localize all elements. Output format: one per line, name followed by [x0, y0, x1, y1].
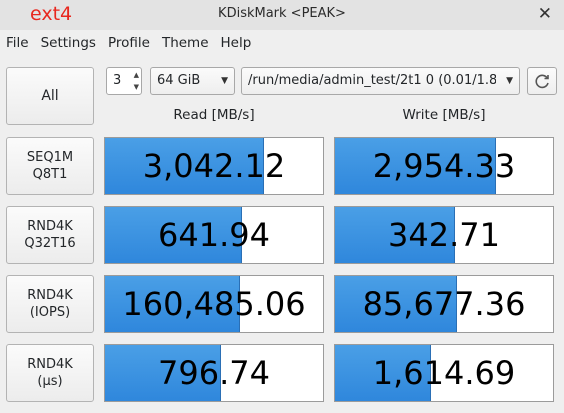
test-label-line2: (µs): [37, 374, 63, 389]
filesystem-overlay-label: ext4: [30, 3, 73, 25]
run-all-button[interactable]: All: [6, 67, 94, 125]
close-icon[interactable]: ✕: [538, 4, 552, 24]
menu-bar: File Settings Profile Theme Help: [0, 30, 564, 56]
rnd4k-iops-read-result: 160,485.06: [104, 275, 324, 333]
rnd4k-latency-write-result: 1,614.69: [334, 344, 554, 402]
file-size-select[interactable]: 64 GiB ▼: [150, 67, 235, 95]
menu-settings[interactable]: Settings: [35, 35, 102, 51]
chevron-down-icon: ▼: [221, 76, 228, 86]
read-value: 3,042.12: [142, 147, 286, 185]
window-title: KDiskMark <PEAK>: [218, 6, 346, 21]
spin-down-icon[interactable]: ▼: [134, 83, 139, 91]
menu-profile[interactable]: Profile: [102, 35, 156, 51]
write-value: 85,677.36: [362, 285, 526, 323]
write-value: 1,614.69: [372, 354, 516, 392]
read-value: 641.94: [158, 216, 270, 254]
read-column-header: Read [MB/s]: [173, 107, 255, 123]
menu-theme[interactable]: Theme: [156, 35, 215, 51]
file-size-value: 64 GiB: [157, 73, 201, 88]
write-value: 342.71: [388, 216, 500, 254]
chevron-down-icon: ▼: [506, 76, 513, 86]
rnd4k-q32t16-read-result: 641.94: [104, 206, 324, 264]
test-label-line2: Q8T1: [32, 167, 68, 182]
title-bar: KDiskMark <PEAK> ✕: [0, 0, 564, 30]
seq1m-write-result: 2,954.33: [334, 137, 554, 195]
read-value: 796.74: [158, 354, 270, 392]
rnd4k-q32t16-write-result: 342.71: [334, 206, 554, 264]
rnd4k-q32t16-button[interactable]: RND4K Q32T16: [6, 206, 94, 264]
rnd4k-iops-button[interactable]: RND4K (IOPS): [6, 275, 94, 333]
test-label-line1: SEQ1M: [26, 150, 74, 165]
read-value: 160,485.06: [122, 285, 306, 323]
menu-file[interactable]: File: [0, 35, 35, 51]
test-label-line2: (IOPS): [29, 305, 71, 320]
runs-value: 3: [113, 73, 122, 88]
seq1m-read-result: 3,042.12: [104, 137, 324, 195]
refresh-button[interactable]: [527, 67, 557, 95]
target-path-value: /run/media/admin_test/2t1 0 (0.01/1.8: [248, 73, 496, 88]
refresh-icon: [535, 74, 549, 89]
runs-spinbox[interactable]: 3 ▲ ▼: [106, 67, 142, 95]
test-label-line2: Q32T16: [24, 236, 76, 251]
test-label-line1: RND4K: [27, 288, 73, 303]
test-label-line1: RND4K: [27, 357, 73, 372]
target-path-select[interactable]: /run/media/admin_test/2t1 0 (0.01/1.8 ▼: [241, 67, 520, 95]
write-value: 2,954.33: [372, 147, 516, 185]
rnd4k-latency-button[interactable]: RND4K (µs): [6, 344, 94, 402]
menu-help[interactable]: Help: [215, 35, 258, 51]
seq1m-q8t1-button[interactable]: SEQ1M Q8T1: [6, 137, 94, 195]
rnd4k-latency-read-result: 796.74: [104, 344, 324, 402]
test-label-line1: RND4K: [27, 219, 73, 234]
spin-up-icon[interactable]: ▲: [134, 71, 139, 79]
write-column-header: Write [MB/s]: [402, 107, 486, 123]
rnd4k-iops-write-result: 85,677.36: [334, 275, 554, 333]
